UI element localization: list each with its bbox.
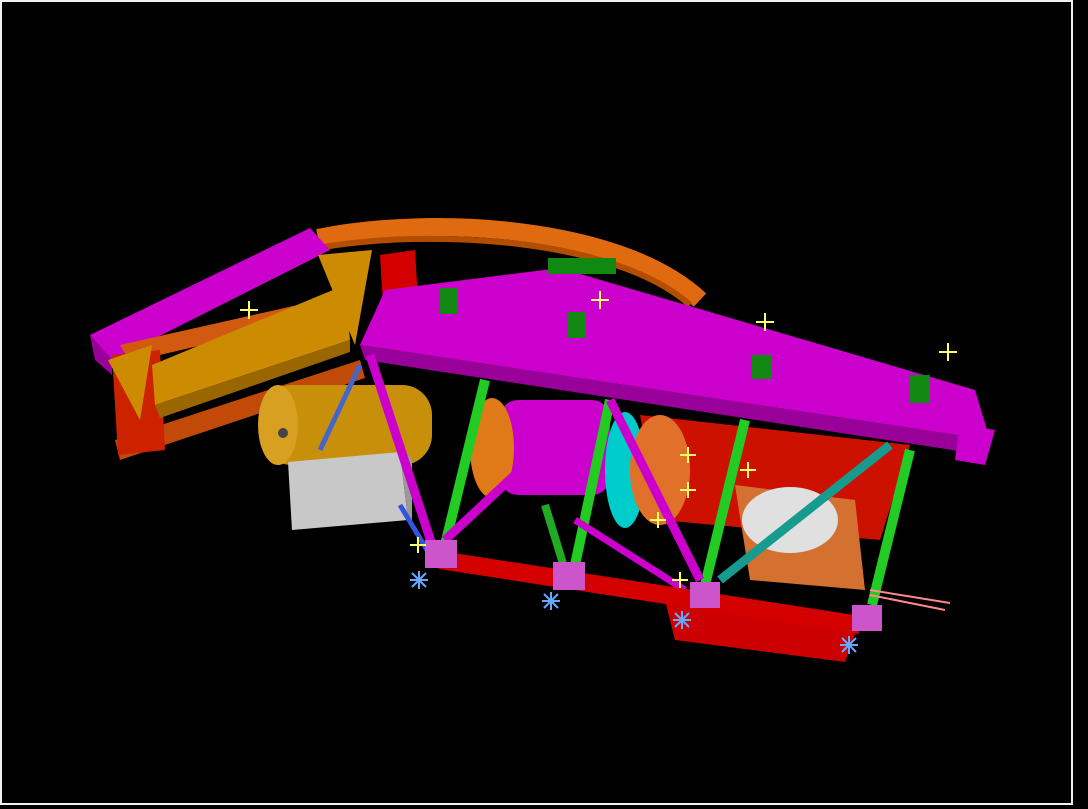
gold-cylinder-hub bbox=[278, 428, 288, 438]
gray-box[interactable] bbox=[288, 452, 408, 530]
blue-star-3 bbox=[673, 611, 691, 629]
green-bracket-2[interactable] bbox=[568, 312, 586, 338]
blue-star-4 bbox=[840, 636, 858, 654]
yellow-marker-4 bbox=[939, 343, 957, 361]
gold-cylinder-end[interactable] bbox=[258, 385, 298, 465]
green-bracket-1[interactable] bbox=[440, 288, 458, 314]
green-bracket-top-rail[interactable] bbox=[548, 258, 616, 274]
joint-block-2[interactable] bbox=[553, 562, 585, 590]
joint-block-4[interactable] bbox=[852, 605, 882, 631]
joint-block-3[interactable] bbox=[690, 582, 720, 608]
right-end-cap[interactable] bbox=[955, 425, 995, 465]
yellow-marker-9 bbox=[410, 537, 426, 553]
joint-block-1[interactable] bbox=[425, 540, 457, 568]
cad-model-scene[interactable] bbox=[0, 0, 1088, 809]
green-strut-5[interactable] bbox=[541, 503, 569, 572]
blue-star-1 bbox=[410, 571, 428, 589]
blue-star-2 bbox=[542, 592, 560, 610]
3d-viewport[interactable] bbox=[0, 0, 1088, 809]
green-bracket-3[interactable] bbox=[752, 355, 772, 379]
green-bracket-4[interactable] bbox=[910, 375, 930, 403]
